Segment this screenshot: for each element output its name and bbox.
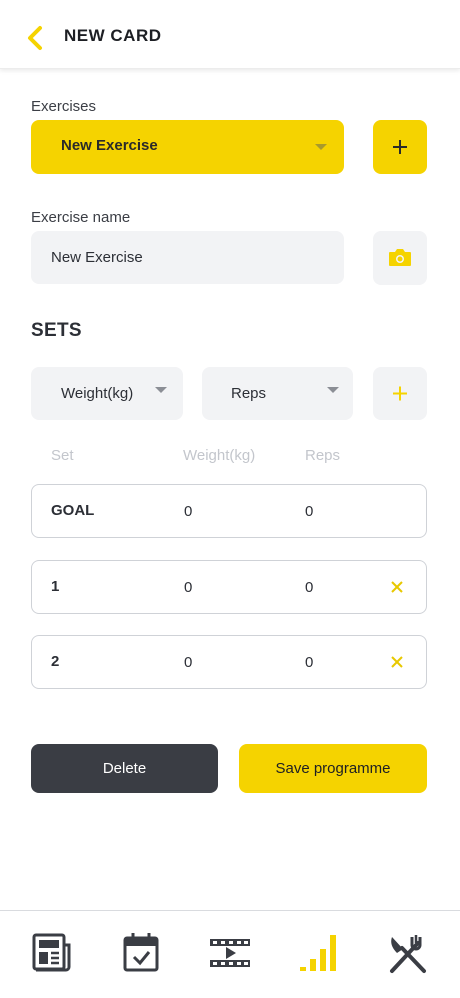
exercise-select-value: New Exercise (61, 137, 158, 154)
reps-unit-value: Reps (231, 385, 267, 402)
news-icon (32, 933, 71, 972)
delete-button[interactable]: Delete (31, 744, 218, 793)
reps-value[interactable]: 0 (305, 579, 313, 596)
caret-down-icon (327, 387, 339, 393)
plus-icon (393, 140, 407, 154)
chevron-left-icon (28, 26, 42, 50)
sets-heading: SETS (31, 320, 82, 341)
reps-value[interactable]: 0 (305, 654, 313, 671)
close-icon (391, 656, 403, 668)
camera-icon (389, 249, 411, 266)
exercise-select[interactable]: New Exercise (31, 120, 344, 174)
column-header-weight: Weight(kg) (183, 447, 256, 464)
nav-calendar[interactable] (120, 931, 164, 975)
add-column-button[interactable] (373, 367, 427, 420)
weight-unit-value: Weight(kg) (61, 385, 134, 402)
remove-set-button[interactable] (388, 651, 406, 671)
add-photo-button[interactable] (373, 231, 427, 285)
nav-stats[interactable] (297, 931, 341, 975)
nav-nutrition[interactable] (386, 931, 430, 975)
set-label: 1 (51, 578, 60, 595)
exercise-name-value: New Exercise (51, 249, 143, 266)
set-row-1: 1 0 0 (31, 560, 427, 614)
page-title: NEW CARD (64, 26, 162, 45)
reps-value[interactable]: 0 (305, 503, 313, 520)
bar-chart-icon (300, 935, 336, 971)
plus-icon (393, 386, 407, 401)
set-row-2: 2 0 0 (31, 635, 427, 689)
back-button[interactable] (24, 24, 48, 52)
save-programme-button[interactable]: Save programme (239, 744, 427, 793)
add-exercise-button[interactable] (373, 120, 427, 174)
set-row-goal: GOAL 0 0 (31, 484, 427, 538)
exercise-name-input[interactable]: New Exercise (31, 231, 344, 284)
app-header: NEW CARD (0, 0, 460, 69)
nav-news[interactable] (30, 931, 74, 975)
weight-value[interactable]: 0 (184, 579, 192, 596)
weight-value[interactable]: 0 (184, 503, 192, 520)
column-header-set: Set (51, 447, 74, 464)
reps-unit-select[interactable]: Reps (202, 367, 353, 420)
weight-value[interactable]: 0 (184, 654, 192, 671)
exercises-label: Exercises (31, 98, 97, 115)
set-label: 2 (51, 653, 60, 670)
caret-down-icon (155, 387, 167, 393)
set-label: GOAL (51, 502, 95, 519)
column-header-reps: Reps (305, 447, 341, 464)
utensils-icon (390, 935, 426, 973)
remove-set-button[interactable] (388, 576, 406, 596)
bottom-navigation (0, 910, 460, 998)
calendar-check-icon (123, 933, 159, 972)
video-icon (210, 939, 250, 967)
exercise-name-label: Exercise name (31, 209, 131, 226)
nav-video[interactable] (208, 931, 252, 975)
caret-down-icon (315, 144, 327, 150)
weight-unit-select[interactable]: Weight(kg) (31, 367, 183, 420)
close-icon (391, 581, 403, 593)
